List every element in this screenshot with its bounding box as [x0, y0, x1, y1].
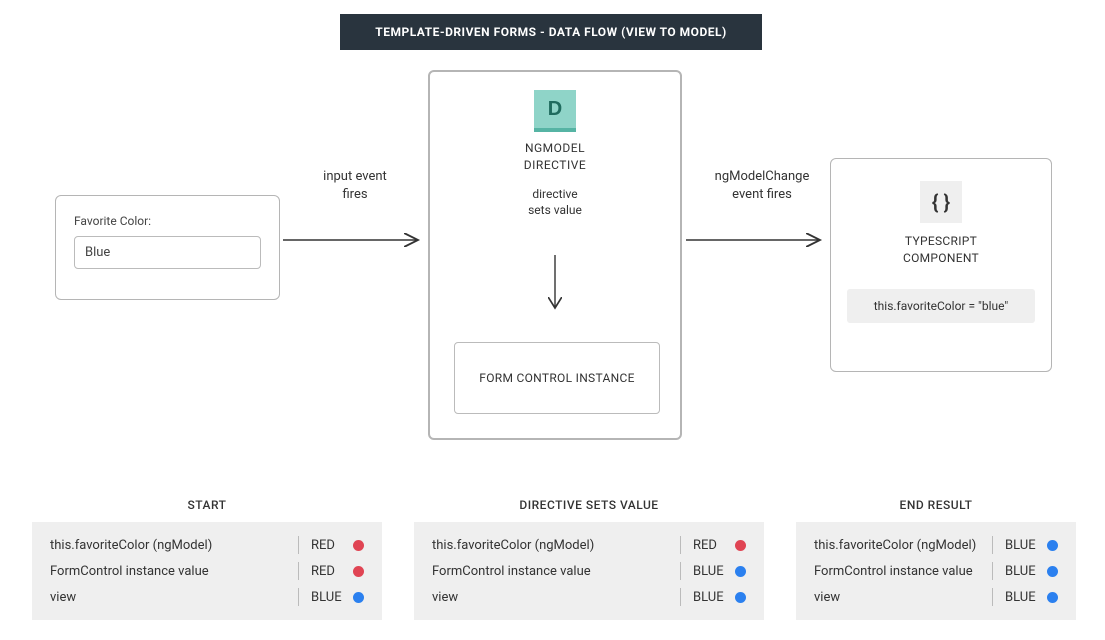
arrow1-line2: fires: [342, 187, 367, 202]
divider: [298, 562, 299, 580]
state-row: this.favoriteColor (ngModel) RED: [50, 532, 364, 558]
state-row: view BLUE: [50, 584, 364, 610]
color-dot-blue: [1047, 566, 1058, 577]
directive-card: D NGMODEL DIRECTIVE directive sets value…: [428, 70, 682, 440]
color-dot-red: [735, 540, 746, 551]
directive-icon: D: [534, 90, 576, 132]
state-end-table: this.favoriteColor (ngModel)BLUEFormCont…: [796, 522, 1076, 620]
directive-sets-value: directive sets value: [430, 186, 680, 220]
state-row-value: RED: [311, 538, 353, 553]
state-row-label: this.favoriteColor (ngModel): [814, 538, 980, 553]
state-row: FormControl instance value BLUE: [432, 558, 746, 584]
state-row: view BLUE: [432, 584, 746, 610]
state-row-value: BLUE: [1005, 538, 1047, 553]
divider: [680, 536, 681, 554]
view-card: Favorite Color: Blue: [55, 195, 280, 300]
diagram-title: TEMPLATE-DRIVEN FORMS - DATA FLOW (VIEW …: [340, 14, 762, 50]
color-dot-red: [353, 540, 364, 551]
state-row-label: FormControl instance value: [814, 564, 980, 579]
divider: [992, 562, 993, 580]
divider: [680, 562, 681, 580]
state-start-table: this.favoriteColor (ngModel)REDFormContr…: [32, 522, 382, 620]
directive-title: NGMODEL DIRECTIVE: [430, 140, 680, 174]
state-directive-heading: DIRECTIVE SETS VALUE: [414, 498, 764, 512]
state-start-heading: START: [32, 498, 382, 512]
color-dot-blue: [353, 592, 364, 603]
divider: [298, 588, 299, 606]
state-row-value: RED: [311, 564, 353, 579]
sets-value-line2: sets value: [528, 203, 582, 217]
state-row-value: BLUE: [1005, 590, 1047, 605]
state-end-heading: END RESULT: [796, 498, 1076, 512]
directive-title-line2: DIRECTIVE: [524, 158, 586, 172]
arrow2-line1: ngModelChange: [715, 169, 810, 184]
component-title-line2: COMPONENT: [903, 251, 979, 265]
state-row-label: view: [432, 590, 668, 605]
color-dot-blue: [735, 566, 746, 577]
state-row-value: BLUE: [1005, 564, 1047, 579]
color-dot-blue: [1047, 592, 1058, 603]
state-row-label: FormControl instance value: [432, 564, 668, 579]
state-row: FormControl instance value RED: [50, 558, 364, 584]
color-dot-red: [353, 566, 364, 577]
braces-icon: { }: [920, 181, 962, 223]
state-row: view BLUE: [814, 584, 1058, 610]
state-row: FormControl instance value BLUE: [814, 558, 1058, 584]
sets-value-line1: directive: [532, 187, 577, 201]
state-row-label: view: [814, 590, 980, 605]
component-title: TYPESCRIPT COMPONENT: [831, 233, 1051, 267]
flow-area: Favorite Color: Blue D NGMODEL DIRECTIVE…: [0, 60, 1105, 440]
state-row-label: view: [50, 590, 286, 605]
state-row: this.favoriteColor (ngModel) BLUE: [814, 532, 1058, 558]
color-dot-blue: [735, 592, 746, 603]
divider: [680, 588, 681, 606]
state-row-value: BLUE: [693, 564, 735, 579]
directive-title-line1: NGMODEL: [525, 141, 585, 155]
favorite-color-input[interactable]: Blue: [74, 236, 261, 269]
typescript-component-card: { } TYPESCRIPT COMPONENT this.favoriteCo…: [830, 158, 1052, 372]
component-assignment-code: this.favoriteColor = "blue": [847, 289, 1035, 323]
form-control-instance-box: FORM CONTROL INSTANCE: [454, 342, 660, 414]
state-row: this.favoriteColor (ngModel) RED: [432, 532, 746, 558]
state-row-value: BLUE: [311, 590, 353, 605]
arrow2-line2: event fires: [732, 187, 792, 202]
state-row-value: BLUE: [693, 590, 735, 605]
divider: [992, 588, 993, 606]
state-directive-table: this.favoriteColor (ngModel) RED FormContr…: [414, 522, 764, 620]
divider: [992, 536, 993, 554]
input-label: Favorite Color:: [74, 214, 261, 228]
state-row-label: this.favoriteColor (ngModel): [50, 538, 286, 553]
state-end: END RESULT this.favoriteColor (ngModel) B…: [796, 498, 1076, 620]
state-row-label: this.favoriteColor (ngModel): [432, 538, 668, 553]
component-title-line1: TYPESCRIPT: [905, 234, 977, 248]
color-dot-blue: [1047, 540, 1058, 551]
state-row-value: RED: [693, 538, 735, 553]
divider: [298, 536, 299, 554]
arrow-label-input-event: input event fires: [310, 168, 400, 203]
arrow-label-ngmodelchange: ngModelChange event fires: [702, 168, 822, 203]
arrow1-line1: input event: [323, 169, 387, 184]
state-start: START this.favoriteColor (ngModel)REDFor…: [32, 498, 382, 620]
state-directive: DIRECTIVE SETS VALUE this.favoriteColor …: [414, 498, 764, 620]
state-row-label: FormControl instance value: [50, 564, 286, 579]
